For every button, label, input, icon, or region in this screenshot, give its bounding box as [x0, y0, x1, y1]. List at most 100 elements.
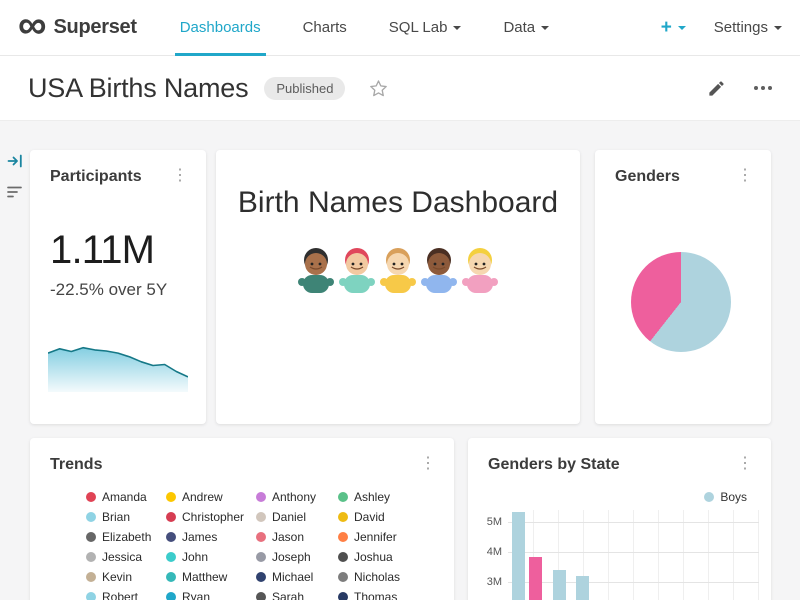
legend-label: Kevin: [102, 570, 132, 584]
bar-boys[interactable]: [512, 512, 525, 600]
dashboard-headline: Birth Names Dashboard: [216, 186, 580, 220]
legend-item-jennifer[interactable]: Jennifer: [338, 530, 440, 544]
legend-item-james[interactable]: James: [166, 530, 256, 544]
legend-dot: [256, 492, 266, 502]
settings-menu[interactable]: Settings: [714, 19, 782, 36]
nav-item-sql-lab[interactable]: SQL Lab: [368, 0, 483, 56]
legend-item-anthony[interactable]: Anthony: [256, 490, 338, 504]
more-actions-icon[interactable]: [754, 86, 772, 90]
nav-item-data[interactable]: Data: [482, 0, 570, 56]
y-axis-tick: 3M: [468, 576, 502, 588]
genders-pie-chart[interactable]: [631, 252, 731, 352]
baby-icon: [379, 246, 417, 294]
legend-item-christopher[interactable]: Christopher: [166, 510, 256, 524]
brand[interactable]: ∞ Superset: [18, 16, 137, 39]
kebab-menu-icon[interactable]: ⋮: [168, 168, 192, 184]
gridline-horizontal: [508, 582, 759, 583]
legend-item-ashley[interactable]: Ashley: [338, 490, 440, 504]
legend-label: Robert: [102, 590, 138, 600]
legend-label: Thomas: [354, 590, 397, 600]
dashboard-body: Participants ⋮ 1.11M -22.5% over 5Y Birt…: [0, 121, 800, 600]
expand-filters-icon[interactable]: [7, 153, 23, 169]
baby-icon: [338, 246, 376, 294]
legend-label: Nicholas: [354, 570, 400, 584]
legend-item-thomas[interactable]: Thomas: [338, 590, 440, 600]
nav-item-dashboards[interactable]: Dashboards: [159, 0, 282, 56]
legend-item-john[interactable]: John: [166, 550, 256, 564]
legend-item-amanda[interactable]: Amanda: [86, 490, 166, 504]
bar-boys[interactable]: [553, 570, 566, 600]
card-header: Trends ⋮: [30, 438, 454, 474]
legend-dot: [166, 592, 176, 600]
legend-label: Jason: [272, 530, 304, 544]
brand-name: Superset: [54, 16, 137, 39]
genders-by-state-bar-chart: 5M4M3M: [468, 438, 771, 600]
nav-item-charts[interactable]: Charts: [282, 0, 368, 56]
card-header: Participants ⋮: [30, 150, 206, 186]
filter-rail: [0, 121, 30, 600]
bar-girls[interactable]: [529, 557, 542, 600]
bar-boys[interactable]: [576, 576, 589, 600]
nav-item-label: SQL Lab: [389, 19, 448, 36]
legend-item-daniel[interactable]: Daniel: [256, 510, 338, 524]
legend-item-jessica[interactable]: Jessica: [86, 550, 166, 564]
legend-item-brian[interactable]: Brian: [86, 510, 166, 524]
legend-label: John: [182, 550, 208, 564]
main-menu: DashboardsCharts SQL Lab Data: [159, 0, 570, 56]
kebab-menu-icon[interactable]: ⋮: [733, 168, 757, 184]
legend-dot: [338, 492, 348, 502]
legend-item-ryan[interactable]: Ryan: [166, 590, 256, 600]
legend-item-jason[interactable]: Jason: [256, 530, 338, 544]
legend-label: Joshua: [354, 550, 393, 564]
legend-item-kevin[interactable]: Kevin: [86, 570, 166, 584]
legend-label: Anthony: [272, 490, 316, 504]
chevron-down-icon: [678, 26, 686, 34]
legend-dot: [256, 572, 266, 582]
kebab-menu-icon[interactable]: ⋮: [416, 456, 440, 472]
favorite-star-icon[interactable]: [369, 79, 388, 98]
legend-dot: [166, 532, 176, 542]
legend-label: Amanda: [102, 490, 147, 504]
legend-item-robert[interactable]: Robert: [86, 590, 166, 600]
new-dropdown-button[interactable]: +: [661, 17, 686, 39]
filter-icon[interactable]: [7, 185, 23, 199]
legend-dot: [166, 552, 176, 562]
gridline-vertical: [658, 510, 659, 600]
legend-dot: [256, 512, 266, 522]
legend-item-michael[interactable]: Michael: [256, 570, 338, 584]
legend-item-andrew[interactable]: Andrew: [166, 490, 256, 504]
gridline-vertical: [683, 510, 684, 600]
legend-item-elizabeth[interactable]: Elizabeth: [86, 530, 166, 544]
legend-label: Joseph: [272, 550, 311, 564]
legend-dot: [166, 492, 176, 502]
baby-icon: [461, 246, 499, 294]
legend-item-david[interactable]: David: [338, 510, 440, 524]
baby-icons: [216, 246, 580, 294]
baby-icon: [420, 246, 458, 294]
legend-dot: [86, 492, 96, 502]
legend-item-joseph[interactable]: Joseph: [256, 550, 338, 564]
status-badge[interactable]: Published: [264, 77, 345, 100]
card-title: Trends: [50, 456, 102, 474]
legend-label: Daniel: [272, 510, 306, 524]
legend-item-sarah[interactable]: Sarah: [256, 590, 338, 600]
gridline-vertical: [708, 510, 709, 600]
participants-sparkline-chart: [48, 338, 188, 392]
card-title: Genders: [615, 168, 680, 186]
legend-label: Ashley: [354, 490, 390, 504]
page-title: USA Births Names: [28, 73, 248, 104]
plus-icon: +: [661, 17, 672, 39]
genders-card: Genders ⋮: [595, 150, 771, 424]
legend-item-joshua[interactable]: Joshua: [338, 550, 440, 564]
trends-legend: Amanda Andrew Anthony Ashley Brian Christophe…: [86, 490, 440, 600]
legend-item-nicholas[interactable]: Nicholas: [338, 570, 440, 584]
legend-label: Christopher: [182, 510, 244, 524]
legend-label: Sarah: [272, 590, 304, 600]
gridline-vertical: [758, 510, 759, 600]
legend-dot: [338, 552, 348, 562]
edit-icon[interactable]: [707, 79, 726, 98]
legend-label: Brian: [102, 510, 130, 524]
legend-dot: [256, 552, 266, 562]
legend-item-matthew[interactable]: Matthew: [166, 570, 256, 584]
legend-dot: [338, 572, 348, 582]
